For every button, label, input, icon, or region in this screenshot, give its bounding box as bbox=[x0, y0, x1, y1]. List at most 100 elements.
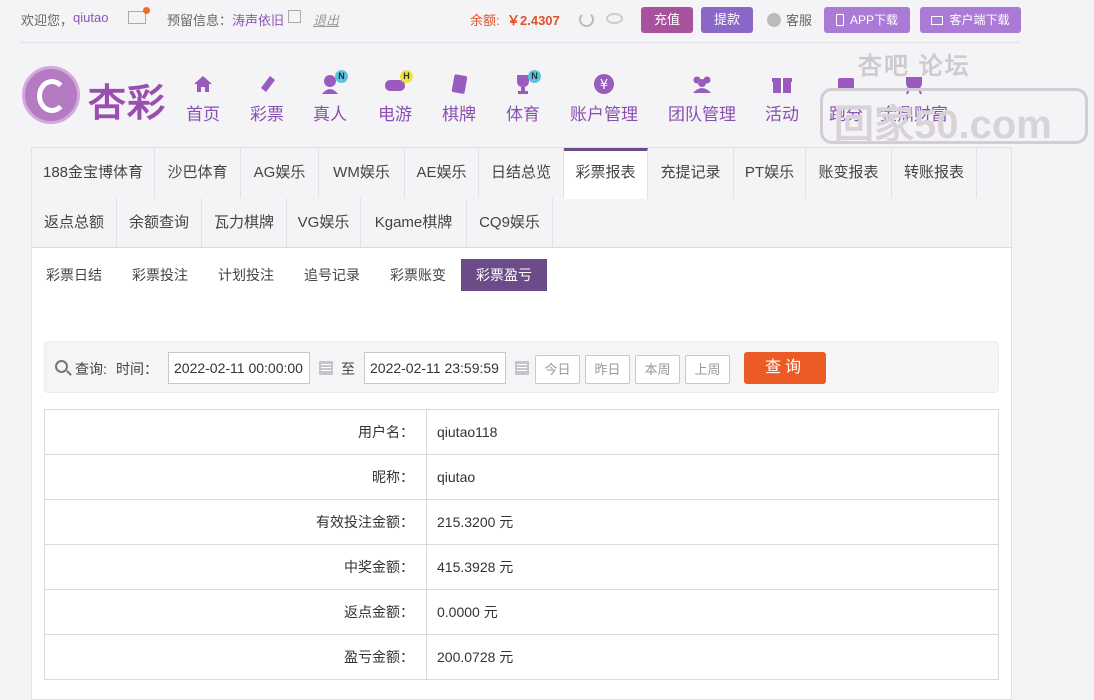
tab-cq9[interactable]: CQ9娱乐 bbox=[467, 198, 553, 248]
subtab-lottery-bets[interactable]: 彩票投注 bbox=[124, 259, 196, 291]
mail-icon[interactable] bbox=[128, 7, 150, 24]
today-button[interactable]: 今日 bbox=[535, 355, 580, 384]
tab-daily-overview[interactable]: 日结总览 bbox=[479, 148, 564, 198]
nav-label: 金鼎财富 bbox=[880, 105, 948, 124]
to-label: 至 bbox=[341, 361, 355, 377]
trophy-icon: N bbox=[511, 70, 541, 96]
tripod-icon bbox=[880, 72, 948, 96]
nav-label: 首页 bbox=[186, 105, 220, 124]
tab-balance-query[interactable]: 余额查询 bbox=[117, 198, 202, 248]
recharge-button[interactable]: 充值 bbox=[641, 7, 693, 33]
nav-egames[interactable]: H 电游 bbox=[378, 70, 413, 125]
badge-hot: H bbox=[400, 70, 413, 83]
tab-rebate-total[interactable]: 返点总额 bbox=[32, 198, 117, 248]
cards-icon bbox=[442, 72, 476, 96]
nav-label: 活动 bbox=[765, 105, 799, 124]
svg-text:¥: ¥ bbox=[600, 78, 608, 93]
table-row: 中奖金额： 415.3928 元 bbox=[44, 544, 999, 590]
nav-activity[interactable]: 活动 bbox=[765, 72, 799, 125]
team-icon bbox=[668, 72, 736, 96]
subtab-plan-bets[interactable]: 计划投注 bbox=[210, 259, 282, 291]
search-icon bbox=[55, 360, 72, 376]
client-download-label: 客户端下载 bbox=[949, 13, 1010, 27]
tab-wm[interactable]: WM娱乐 bbox=[319, 148, 405, 198]
run-icon bbox=[829, 72, 863, 96]
nav-wealth[interactable]: 金鼎财富 bbox=[880, 72, 948, 125]
nav-live[interactable]: N 真人 bbox=[313, 70, 348, 125]
table-row: 盈亏金额： 200.0728 元 bbox=[44, 634, 999, 680]
row-label: 中奖金额： bbox=[44, 544, 427, 590]
row-label: 返点金额： bbox=[44, 589, 427, 635]
start-date-input[interactable]: 2022-02-11 00:00:00 bbox=[168, 352, 310, 384]
tab-account-change[interactable]: 账变报表 bbox=[806, 148, 892, 198]
row-label: 盈亏金额： bbox=[44, 634, 427, 680]
monitor-icon bbox=[931, 16, 944, 25]
logo-emblem bbox=[22, 66, 80, 124]
tab-ae[interactable]: AE娱乐 bbox=[405, 148, 479, 198]
end-date-input[interactable]: 2022-02-11 23:59:59 bbox=[364, 352, 506, 384]
tab-188[interactable]: 188金宝博体育 bbox=[32, 148, 155, 198]
yen-icon: ¥ bbox=[570, 72, 638, 96]
calendar-icon[interactable] bbox=[319, 361, 333, 375]
row-label: 有效投注金额： bbox=[44, 499, 427, 545]
home-icon bbox=[186, 72, 220, 96]
logout-link[interactable]: 退出 bbox=[313, 10, 339, 29]
tab-ag[interactable]: AG娱乐 bbox=[241, 148, 319, 198]
tab-saba[interactable]: 沙巴体育 bbox=[155, 148, 241, 198]
service-link[interactable]: 客服 bbox=[786, 10, 812, 29]
row-value: 0.0000 元 bbox=[426, 589, 999, 635]
calendar-icon[interactable] bbox=[515, 361, 529, 375]
search-button[interactable]: 查询 bbox=[744, 352, 826, 384]
tab-transfer[interactable]: 转账报表 bbox=[892, 148, 977, 198]
nav-label: 棋牌 bbox=[442, 105, 476, 124]
nav-label: 团队管理 bbox=[668, 105, 736, 124]
row-value: 415.3928 元 bbox=[426, 544, 999, 590]
time-label: 时间： bbox=[116, 361, 158, 377]
tab-deposit-withdraw[interactable]: 充提记录 bbox=[648, 148, 734, 198]
row-label: 昵称： bbox=[44, 454, 427, 500]
row-value: 200.0728 元 bbox=[426, 634, 999, 680]
row-value: qiutao118 bbox=[426, 409, 999, 455]
client-download-button[interactable]: 客户端下载 bbox=[920, 7, 1021, 33]
username-link[interactable]: qiutao bbox=[73, 10, 108, 25]
nav-cards[interactable]: 棋牌 bbox=[442, 72, 476, 125]
withdraw-button[interactable]: 提款 bbox=[701, 7, 753, 33]
subtab-lottery-daily[interactable]: 彩票日结 bbox=[38, 259, 110, 291]
nav-team[interactable]: 团队管理 bbox=[668, 72, 736, 125]
logo[interactable]: 杏彩 bbox=[22, 66, 172, 126]
table-row: 昵称： qiutao bbox=[44, 454, 999, 500]
nav-sports[interactable]: N 体育 bbox=[506, 70, 541, 125]
report-tabs: 188金宝博体育 沙巴体育 AG娱乐 WM娱乐 AE娱乐 日结总览 彩票报表 充… bbox=[32, 148, 1011, 248]
subtab-profit-loss[interactable]: 彩票盈亏 bbox=[461, 259, 547, 291]
nav-account[interactable]: ¥ 账户管理 bbox=[570, 72, 638, 125]
badge-new: N bbox=[335, 70, 348, 83]
tab-lottery-report[interactable]: 彩票报表 bbox=[564, 148, 648, 199]
gamepad-icon: H bbox=[383, 70, 413, 96]
reserved-value: 涛声依旧 bbox=[232, 13, 285, 28]
nav-run[interactable]: 跑分 bbox=[829, 72, 863, 125]
tab-wali[interactable]: 瓦力棋牌 bbox=[202, 198, 287, 248]
tab-kgame[interactable]: Kgame棋牌 bbox=[361, 198, 467, 248]
yesterday-button[interactable]: 昨日 bbox=[585, 355, 630, 384]
last-week-button[interactable]: 上周 bbox=[685, 355, 730, 384]
nav-home[interactable]: 首页 bbox=[186, 72, 220, 125]
app-download-button[interactable]: APP下载 bbox=[824, 7, 910, 33]
edit-icon[interactable] bbox=[288, 10, 301, 23]
top-divider bbox=[20, 42, 1020, 43]
welcome-text: 欢迎您， bbox=[21, 13, 74, 28]
this-week-button[interactable]: 本周 bbox=[635, 355, 680, 384]
refresh-icon[interactable] bbox=[579, 12, 594, 27]
profit-loss-table: 用户名： qiutao118 昵称： qiutao 有效投注金额： 215.3200 … bbox=[44, 409, 999, 680]
subtab-chase-records[interactable]: 追号记录 bbox=[296, 259, 368, 291]
query-bar: 查询: 时间： 2022-02-11 00:00:00 至 2022-02-11… bbox=[44, 341, 999, 393]
tab-vg[interactable]: VG娱乐 bbox=[287, 198, 361, 248]
dealer-icon: N bbox=[318, 70, 348, 96]
row-label: 用户名： bbox=[44, 409, 427, 455]
service-icon[interactable] bbox=[767, 13, 781, 27]
nav-lottery[interactable]: 彩票 bbox=[250, 72, 284, 125]
tab-pt[interactable]: PT娱乐 bbox=[734, 148, 806, 198]
subtab-lottery-ledger[interactable]: 彩票账变 bbox=[382, 259, 454, 291]
phone-icon bbox=[835, 14, 844, 26]
table-row: 用户名： qiutao118 bbox=[44, 409, 999, 455]
hide-eye-icon[interactable] bbox=[606, 13, 623, 24]
